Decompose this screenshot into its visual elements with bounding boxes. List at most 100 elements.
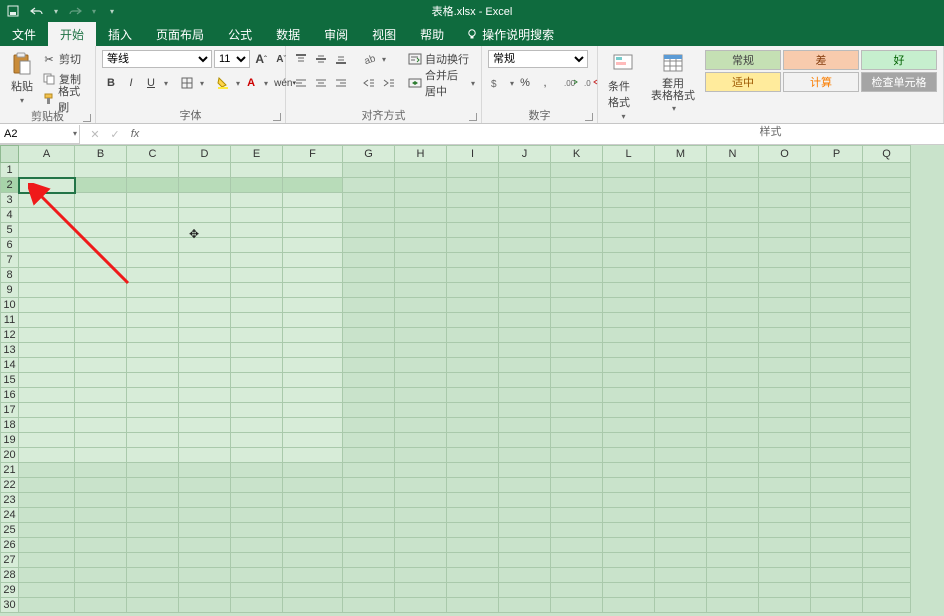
save-icon[interactable] [6, 4, 20, 18]
italic-button[interactable]: I [122, 74, 140, 92]
cell-Q29[interactable] [863, 583, 911, 598]
cell-E30[interactable] [231, 598, 283, 613]
cell-Q24[interactable] [863, 508, 911, 523]
cell-B30[interactable] [75, 598, 127, 613]
cell-O29[interactable] [759, 583, 811, 598]
cell-M16[interactable] [655, 388, 707, 403]
cell-H4[interactable] [395, 208, 447, 223]
cell-K8[interactable] [551, 268, 603, 283]
cell-F19[interactable] [283, 433, 343, 448]
cell-G18[interactable] [343, 418, 395, 433]
col-header-K[interactable]: K [551, 146, 603, 163]
cell-P15[interactable] [811, 373, 863, 388]
chevron-down-icon[interactable]: ▾ [73, 129, 77, 138]
number-launcher[interactable] [585, 113, 593, 121]
cut-button[interactable]: ✂剪切 [42, 50, 89, 68]
cell-E25[interactable] [231, 523, 283, 538]
cell-O26[interactable] [759, 538, 811, 553]
cell-Q28[interactable] [863, 568, 911, 583]
increase-indent-button[interactable] [380, 74, 398, 92]
cell-D19[interactable] [179, 433, 231, 448]
cell-E3[interactable] [231, 193, 283, 208]
cell-O6[interactable] [759, 238, 811, 253]
cell-L14[interactable] [603, 358, 655, 373]
cell-O16[interactable] [759, 388, 811, 403]
cell-C29[interactable] [127, 583, 179, 598]
cell-N7[interactable] [707, 253, 759, 268]
cell-H18[interactable] [395, 418, 447, 433]
cell-P30[interactable] [811, 598, 863, 613]
cell-K20[interactable] [551, 448, 603, 463]
cell-O20[interactable] [759, 448, 811, 463]
cell-N2[interactable] [707, 178, 759, 193]
cell-J5[interactable] [499, 223, 551, 238]
cell-H10[interactable] [395, 298, 447, 313]
cell-Q25[interactable] [863, 523, 911, 538]
cell-I28[interactable] [447, 568, 499, 583]
cell-C4[interactable] [127, 208, 179, 223]
col-header-Q[interactable]: Q [863, 146, 911, 163]
cell-L15[interactable] [603, 373, 655, 388]
cell-H12[interactable] [395, 328, 447, 343]
cell-J10[interactable] [499, 298, 551, 313]
paste-button[interactable]: 粘贴 ▾ [6, 50, 38, 107]
cell-A12[interactable] [19, 328, 75, 343]
cell-O28[interactable] [759, 568, 811, 583]
cell-N1[interactable] [707, 163, 759, 178]
cell-J12[interactable] [499, 328, 551, 343]
cell-C18[interactable] [127, 418, 179, 433]
cell-K7[interactable] [551, 253, 603, 268]
cell-G13[interactable] [343, 343, 395, 358]
cell-H27[interactable] [395, 553, 447, 568]
cell-Q6[interactable] [863, 238, 911, 253]
cell-B2[interactable] [75, 178, 127, 193]
cell-D24[interactable] [179, 508, 231, 523]
cell-K30[interactable] [551, 598, 603, 613]
cell-H17[interactable] [395, 403, 447, 418]
cell-A29[interactable] [19, 583, 75, 598]
row-header-17[interactable]: 17 [1, 403, 19, 418]
name-box[interactable]: A2▾ [0, 125, 80, 144]
style-good[interactable]: 好 [861, 50, 937, 70]
cell-B28[interactable] [75, 568, 127, 583]
cell-K2[interactable] [551, 178, 603, 193]
cell-G30[interactable] [343, 598, 395, 613]
cell-J18[interactable] [499, 418, 551, 433]
cell-E22[interactable] [231, 478, 283, 493]
cell-F22[interactable] [283, 478, 343, 493]
tab-formula[interactable]: 公式 [216, 22, 264, 46]
row-header-10[interactable]: 10 [1, 298, 19, 313]
cell-N4[interactable] [707, 208, 759, 223]
orientation-button[interactable]: ab [360, 50, 378, 68]
cell-F24[interactable] [283, 508, 343, 523]
col-header-G[interactable]: G [343, 146, 395, 163]
row-header-21[interactable]: 21 [1, 463, 19, 478]
row-header-12[interactable]: 12 [1, 328, 19, 343]
paste-dropdown-icon[interactable]: ▾ [20, 96, 24, 105]
cell-O27[interactable] [759, 553, 811, 568]
cell-N10[interactable] [707, 298, 759, 313]
cell-F10[interactable] [283, 298, 343, 313]
cell-P21[interactable] [811, 463, 863, 478]
bold-button[interactable]: B [102, 74, 120, 92]
cell-C28[interactable] [127, 568, 179, 583]
row-header-13[interactable]: 13 [1, 343, 19, 358]
cell-M10[interactable] [655, 298, 707, 313]
cell-C13[interactable] [127, 343, 179, 358]
cell-A24[interactable] [19, 508, 75, 523]
cell-Q16[interactable] [863, 388, 911, 403]
cell-Q27[interactable] [863, 553, 911, 568]
cell-L12[interactable] [603, 328, 655, 343]
row-header-3[interactable]: 3 [1, 193, 19, 208]
cell-K15[interactable] [551, 373, 603, 388]
cell-M21[interactable] [655, 463, 707, 478]
cell-I10[interactable] [447, 298, 499, 313]
cell-L28[interactable] [603, 568, 655, 583]
cell-Q10[interactable] [863, 298, 911, 313]
cell-I23[interactable] [447, 493, 499, 508]
cell-J16[interactable] [499, 388, 551, 403]
cell-D22[interactable] [179, 478, 231, 493]
cell-O11[interactable] [759, 313, 811, 328]
cell-N30[interactable] [707, 598, 759, 613]
cell-I1[interactable] [447, 163, 499, 178]
